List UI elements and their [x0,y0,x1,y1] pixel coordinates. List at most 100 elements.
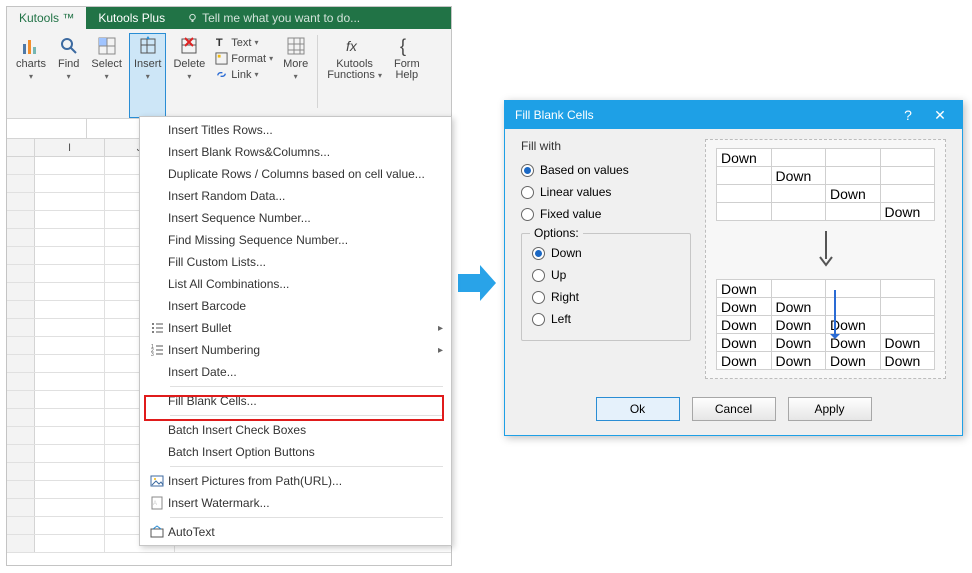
radio-linear-values[interactable]: Linear values [521,181,691,203]
radio-left[interactable]: Left [532,308,680,330]
cell[interactable] [35,247,105,264]
row-header[interactable] [7,175,35,192]
row-header[interactable] [7,193,35,210]
cell[interactable] [35,535,105,552]
row-header[interactable] [7,445,35,462]
row-header[interactable] [7,391,35,408]
cell[interactable] [35,427,105,444]
row-header[interactable] [7,409,35,426]
menu-insert-titles-rows[interactable]: Insert Titles Rows... [140,119,451,141]
radio-icon [521,186,534,199]
row-header[interactable] [7,481,35,498]
menu-insert-watermark[interactable]: A Insert Watermark... [140,492,451,514]
cell[interactable] [35,301,105,318]
select-button[interactable]: Select ▾ [86,33,127,118]
text-button[interactable]: T Text▾ [212,35,276,50]
menu-batch-insert-option-buttons[interactable]: Batch Insert Option Buttons [140,441,451,463]
cell[interactable] [35,373,105,390]
menu-insert-date[interactable]: Insert Date... [140,361,451,383]
menu-fill-custom-lists[interactable]: Fill Custom Lists... [140,251,451,273]
cell[interactable] [35,499,105,516]
row-header[interactable] [7,157,35,174]
menu-find-missing-sequence[interactable]: Find Missing Sequence Number... [140,229,451,251]
col-header-i[interactable]: I [35,139,105,156]
cell[interactable] [35,391,105,408]
cell[interactable] [35,337,105,354]
submenu-arrow-icon: ▸ [438,345,443,356]
cell[interactable] [35,481,105,498]
radio-based-on-values[interactable]: Based on values [521,159,691,181]
row-header[interactable] [7,463,35,480]
dialog-titlebar[interactable]: Fill Blank Cells ? ✕ [505,101,962,129]
cell[interactable] [35,265,105,282]
form-help-button[interactable]: { Form Help [389,33,425,118]
fx-icon: fx [345,36,365,56]
apply-button[interactable]: Apply [788,397,872,421]
radio-right[interactable]: Right [532,286,680,308]
cell[interactable] [35,193,105,210]
menu-autotext[interactable]: AutoText [140,521,451,543]
cell[interactable] [35,283,105,300]
charts-button[interactable]: charts ▾ [11,33,51,118]
more-button[interactable]: More ▾ [278,33,313,118]
cell[interactable] [35,211,105,228]
tab-kutools-plus[interactable]: Kutools Plus [86,7,177,29]
menu-insert-barcode[interactable]: Insert Barcode [140,295,451,317]
insert-button[interactable]: Insert ▾ [129,33,167,118]
row-header[interactable] [7,427,35,444]
menu-insert-numbering[interactable]: 123 Insert Numbering▸ [140,339,451,361]
separator [317,35,318,108]
cell[interactable] [35,463,105,480]
cell[interactable] [35,319,105,336]
row-header[interactable] [7,337,35,354]
menu-fill-blank-cells[interactable]: Fill Blank Cells... [140,390,451,412]
cell[interactable] [35,445,105,462]
cancel-button[interactable]: Cancel [692,397,776,421]
menu-insert-random-data[interactable]: Insert Random Data... [140,185,451,207]
row-header[interactable] [7,229,35,246]
radio-fixed-value[interactable]: Fixed value [521,203,691,225]
ok-button[interactable]: Ok [596,397,680,421]
radio-icon [532,247,545,260]
cell[interactable] [35,355,105,372]
cell[interactable] [35,229,105,246]
menu-insert-bullet[interactable]: Insert Bullet▸ [140,317,451,339]
row-header[interactable] [7,247,35,264]
cell[interactable] [35,175,105,192]
close-button[interactable]: ✕ [924,107,956,124]
delete-button[interactable]: Delete ▾ [168,33,210,118]
chevron-down-icon: ▾ [254,70,258,79]
format-button[interactable]: Format▾ [212,51,276,66]
radio-icon [532,313,545,326]
menu-list-all-combinations[interactable]: List All Combinations... [140,273,451,295]
menu-duplicate-rows-cols[interactable]: Duplicate Rows / Columns based on cell v… [140,163,451,185]
find-button[interactable]: Find ▾ [53,33,84,118]
menu-insert-blank-rows-cols[interactable]: Insert Blank Rows&Columns... [140,141,451,163]
link-button[interactable]: Link▾ [212,67,276,82]
row-header[interactable] [7,535,35,552]
select-all-corner[interactable] [7,139,35,156]
tab-kutools[interactable]: Kutools ™ [7,7,86,29]
radio-up[interactable]: Up [532,264,680,286]
cell[interactable] [35,409,105,426]
row-header[interactable] [7,373,35,390]
radio-down[interactable]: Down [532,242,680,264]
row-header[interactable] [7,319,35,336]
help-button[interactable]: ? [892,107,924,123]
row-header[interactable] [7,499,35,516]
menu-insert-sequence-number[interactable]: Insert Sequence Number... [140,207,451,229]
row-header[interactable] [7,265,35,282]
menu-insert-pictures-url[interactable]: Insert Pictures from Path(URL)... [140,470,451,492]
cell[interactable] [35,157,105,174]
name-box[interactable] [7,119,87,138]
delete-cells-icon [179,36,199,56]
menu-batch-insert-checkboxes[interactable]: Batch Insert Check Boxes [140,419,451,441]
kutools-functions-button[interactable]: fx Kutools Functions ▾ [322,33,387,118]
cell[interactable] [35,517,105,534]
row-header[interactable] [7,301,35,318]
row-header[interactable] [7,283,35,300]
tell-me-search[interactable]: Tell me what you want to do... [177,11,360,25]
row-header[interactable] [7,211,35,228]
row-header[interactable] [7,517,35,534]
row-header[interactable] [7,355,35,372]
